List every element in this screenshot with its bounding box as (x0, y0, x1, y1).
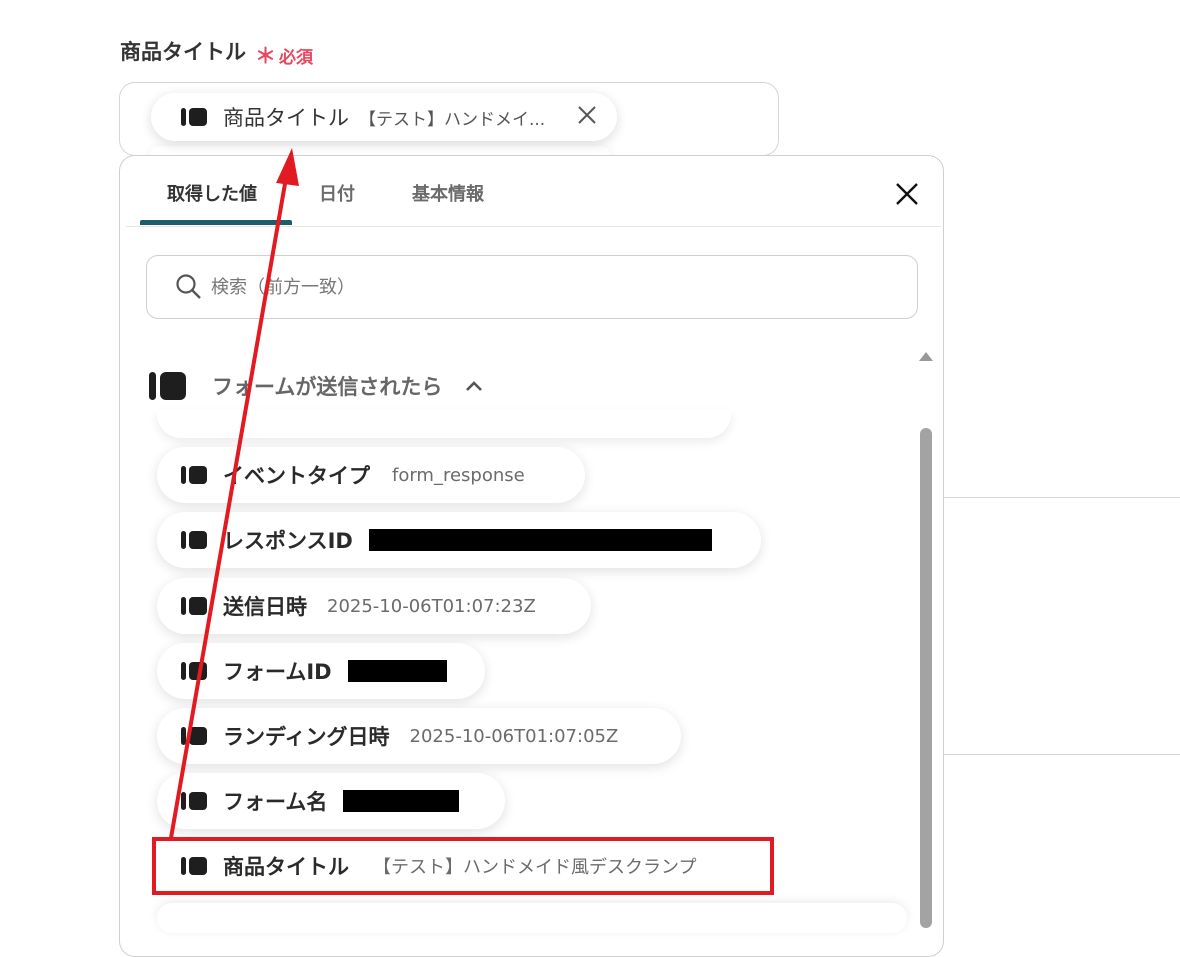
annotation-arrow (169, 148, 299, 839)
